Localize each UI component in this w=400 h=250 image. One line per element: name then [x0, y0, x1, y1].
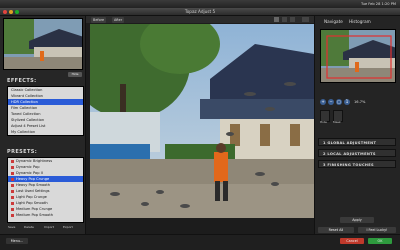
preset-item[interactable]: Medium Pop Smooth	[8, 212, 83, 218]
local-adjustments-section[interactable]: 2 LOCAL ADJUSTMENTS	[318, 149, 396, 157]
import-preset-button[interactable]: Import	[44, 225, 54, 230]
preset-swatch-icon	[11, 183, 14, 187]
preset-swatch-icon	[11, 171, 14, 175]
global-adjustment-section[interactable]: 1 GLOBAL ADJUSTMENT	[318, 138, 396, 146]
apply-button[interactable]: Apply	[340, 217, 374, 223]
zoom-actual-icon[interactable]: 1	[344, 99, 350, 105]
preset-swatch-icon	[11, 165, 14, 169]
feel-lucky-button[interactable]: I Feel Lucky!	[358, 227, 396, 233]
image-canvas[interactable]	[90, 24, 314, 218]
zoom-in-icon[interactable]: +	[320, 99, 326, 105]
preset-swatch-icon	[11, 189, 14, 193]
reset-all-button[interactable]: Reset All	[318, 227, 354, 233]
save-preset-button[interactable]: Save	[8, 225, 15, 230]
preset-swatch-icon	[11, 207, 14, 211]
effects-heading: EFFECTS:	[7, 78, 37, 84]
fullscreen-icon[interactable]	[302, 17, 309, 22]
navigator-image	[321, 30, 395, 82]
split-view-icon[interactable]	[282, 17, 287, 22]
thumbnail-image	[4, 19, 82, 69]
thumbnail-preview	[3, 18, 83, 70]
preset-swatch-icon	[11, 159, 14, 163]
ok-button[interactable]: OK	[368, 238, 392, 244]
delete-preset-button[interactable]: Delete	[24, 225, 34, 230]
window-title: Topaz Adjust 5	[184, 9, 216, 14]
tab-before[interactable]: Before	[91, 16, 107, 23]
finishing-touches-section[interactable]: 3 FINISHING TOUCHES	[318, 160, 396, 168]
presets-list: Dynamic Brightness Dynamic Pop Dynamic P…	[7, 157, 84, 223]
hide-thumbnail-button[interactable]: Hide	[68, 72, 82, 77]
effect-item[interactable]: My Collection	[8, 129, 83, 135]
side-by-side-view-icon[interactable]	[290, 17, 295, 22]
tab-histogram[interactable]: Histogram	[349, 19, 371, 24]
menu-button[interactable]: Menu...	[6, 238, 28, 244]
presets-heading: PRESETS:	[7, 149, 38, 155]
single-view-icon[interactable]	[274, 17, 279, 22]
zoom-level: 16.7%	[354, 100, 366, 104]
zoom-fit-icon[interactable]: □	[336, 99, 342, 105]
menubar-clock: Tue Feb 28 1:20 PM	[361, 2, 396, 6]
zoom-out-icon[interactable]: −	[328, 99, 334, 105]
hide-tool-label: Hide	[320, 120, 327, 124]
mac-menubar	[0, 0, 400, 8]
preset-swatch-icon	[11, 195, 14, 199]
export-preset-button[interactable]: Export	[63, 225, 73, 230]
cancel-button[interactable]: Cancel	[340, 238, 364, 244]
photo-preview	[90, 24, 314, 218]
preset-swatch-icon	[11, 213, 14, 217]
tab-after[interactable]: After	[112, 16, 125, 23]
preset-swatch-icon	[11, 177, 14, 181]
tab-navigate[interactable]: Navigate	[324, 19, 343, 24]
navigator-preview[interactable]	[320, 29, 396, 83]
effects-list: Classic Collection Vibrant Collection HD…	[7, 86, 84, 136]
preset-swatch-icon	[11, 201, 14, 205]
mask-tool-label: Mask	[333, 120, 341, 124]
